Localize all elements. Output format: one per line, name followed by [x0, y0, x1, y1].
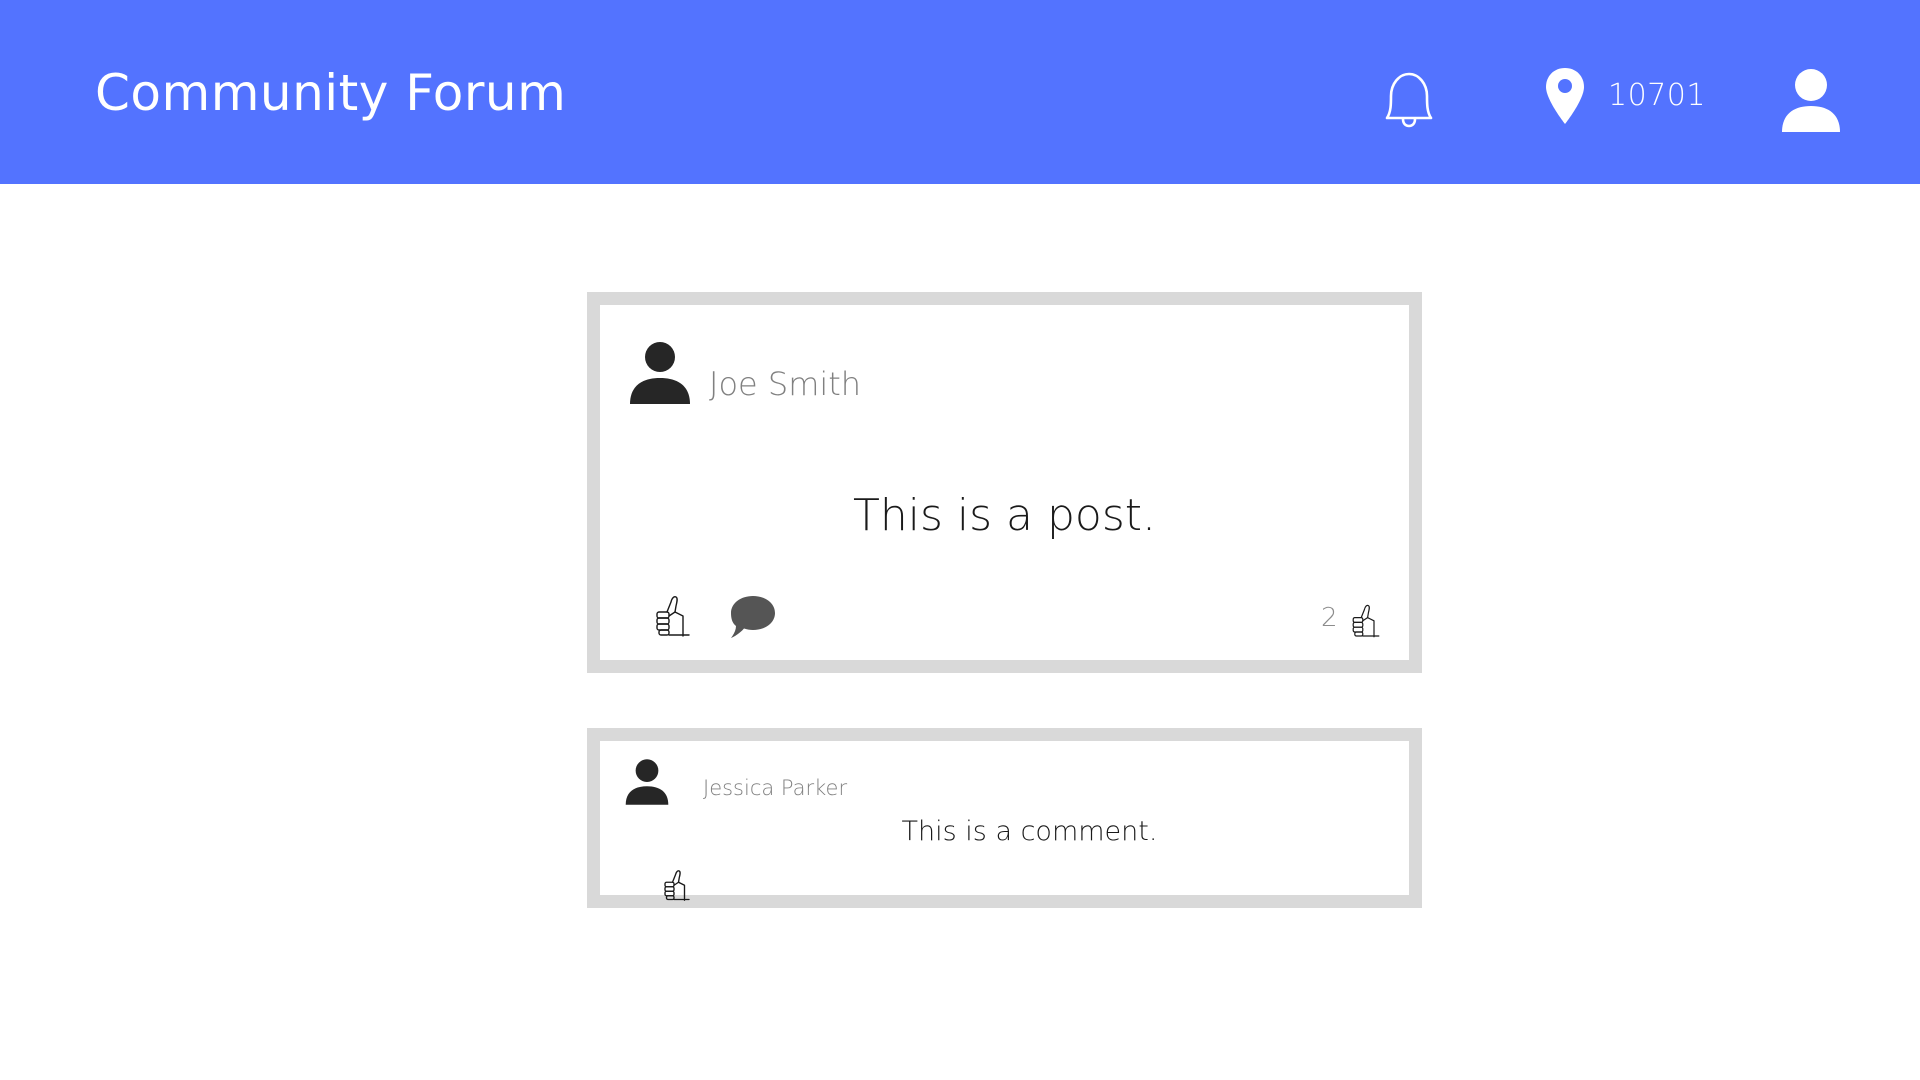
user-icon	[630, 342, 690, 404]
comment-card: Jessica Parker This is a comment.	[587, 728, 1422, 908]
user-icon[interactable]	[1780, 68, 1842, 132]
location-zip[interactable]: 10701	[1608, 75, 1706, 117]
bell-icon[interactable]	[1377, 68, 1441, 132]
comment-body: This is a comment.	[901, 816, 1158, 847]
app-title: Community Forum	[95, 64, 567, 122]
thumbs-up-icon	[1352, 604, 1380, 638]
post-author[interactable]: Joe Smith	[709, 363, 861, 405]
like-count: 2	[1321, 603, 1338, 633]
thumbs-up-icon[interactable]	[653, 592, 693, 638]
user-icon	[625, 759, 669, 805]
post-card: Joe Smith This is a post. 2	[587, 292, 1422, 673]
app-header: Community Forum 10701	[0, 0, 1920, 184]
comment-author[interactable]: Jessica Parker	[703, 774, 847, 802]
post-body: This is a post.	[853, 490, 1156, 541]
map-pin-icon[interactable]	[1544, 66, 1586, 126]
thumbs-up-icon[interactable]	[662, 867, 692, 902]
speech-bubble-icon[interactable]	[729, 594, 777, 640]
